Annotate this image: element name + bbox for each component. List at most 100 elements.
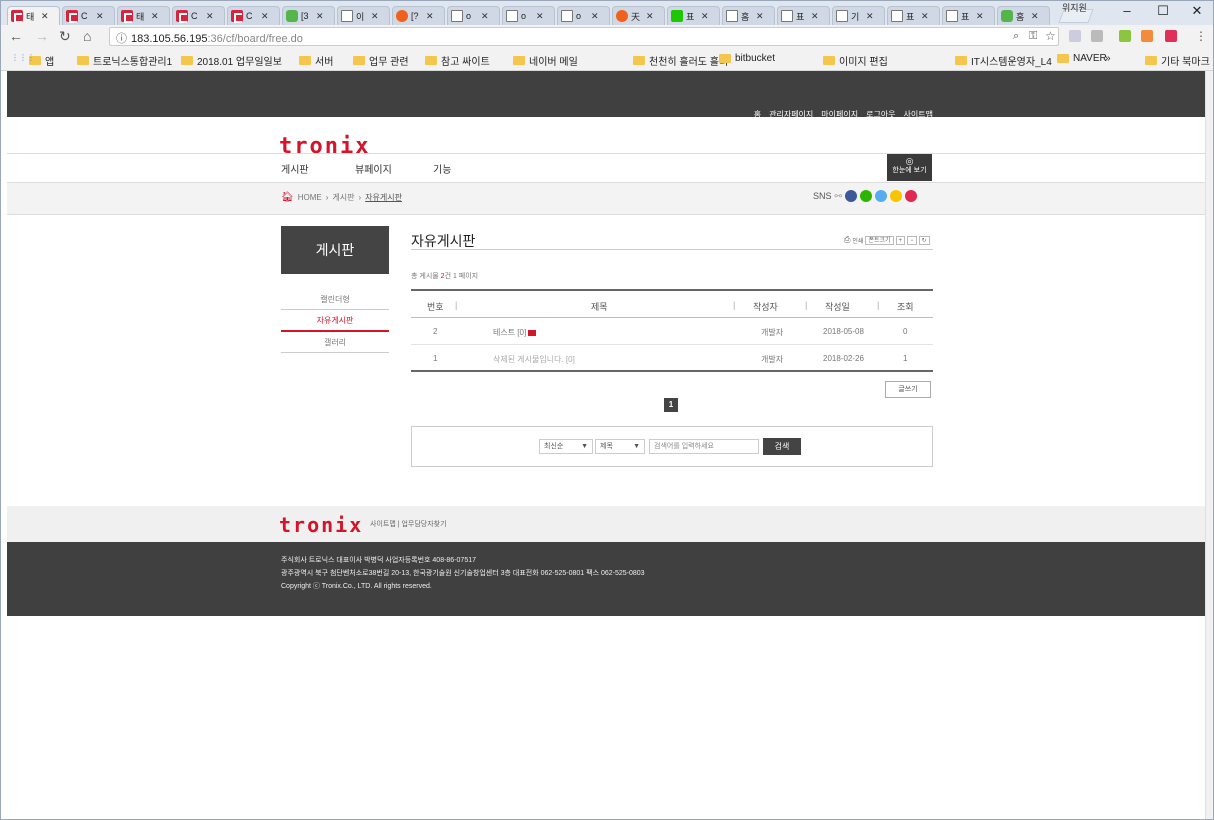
share-icon[interactable]: ⚯ — [835, 191, 843, 202]
top-link[interactable]: 관리자페이지 — [769, 109, 813, 120]
footer-sitemap-link[interactable]: 사이트맵 — [370, 521, 396, 528]
bookmark-item[interactable]: 트로닉스통합관리1 — [77, 53, 172, 68]
breadcrumb-board[interactable]: 게시판 — [332, 192, 354, 203]
minimize-button[interactable]: – — [1113, 3, 1141, 18]
browser-tab[interactable]: 표 ✕ — [777, 6, 830, 25]
profile-name[interactable]: 위지원 — [1062, 1, 1087, 14]
bookmark-item[interactable]: 이미지 편집 — [823, 53, 888, 68]
bookmark-item[interactable]: bitbucket — [719, 53, 775, 64]
bookmark-item[interactable]: 2018.01 업무일일보 — [181, 53, 282, 68]
close-tab-icon[interactable]: ✕ — [151, 11, 159, 22]
browser-tab[interactable]: o ✕ — [557, 6, 610, 25]
close-tab-icon[interactable]: ✕ — [261, 11, 269, 22]
browser-tab[interactable]: 기 ✕ — [832, 6, 885, 25]
kakaostory-icon[interactable] — [890, 190, 903, 202]
sort-select[interactable]: 최신순 ▼ — [539, 439, 593, 454]
close-tab-icon[interactable]: ✕ — [536, 11, 544, 22]
top-link[interactable]: 로그아웃 — [866, 109, 895, 120]
bookmark-item[interactable]: 네이버 메일 — [513, 53, 578, 68]
write-button[interactable]: 글쓰기 — [885, 381, 931, 398]
browser-tab[interactable]: 표 ✕ — [887, 6, 940, 25]
row-title[interactable]: 테스트 [0] — [493, 328, 526, 337]
font-bigger-button[interactable]: + — [895, 235, 906, 245]
address-bar[interactable]: ⓘ 183.105.56.195:36/cf/board/free.do — [109, 27, 1059, 46]
extension-icon[interactable] — [1069, 30, 1081, 42]
table-row[interactable]: 1 삭제된 게시물입니다. [0] 개발자 2018-02-26 1 — [411, 345, 933, 372]
browser-tab[interactable]: 표 ✕ — [942, 6, 995, 25]
close-tab-icon[interactable]: ✕ — [206, 11, 214, 22]
close-tab-icon[interactable]: ✕ — [756, 11, 764, 22]
bookmark-item[interactable]: IT시스템운영자_L4 — [955, 53, 1052, 68]
search-button[interactable]: 검색 — [763, 438, 801, 455]
extension-icon[interactable] — [1141, 30, 1153, 42]
reload-icon[interactable]: ↻ — [59, 28, 71, 45]
row-title[interactable]: 삭제된 게시물입니다. [0] — [493, 354, 575, 365]
close-tab-icon[interactable]: ✕ — [811, 11, 819, 22]
close-tab-icon[interactable]: ✕ — [921, 11, 929, 22]
close-tab-icon[interactable]: ✕ — [96, 11, 104, 22]
info-icon[interactable]: ⓘ — [116, 33, 127, 45]
bookmark-item[interactable]: 서버 — [299, 53, 333, 68]
pinterest-icon[interactable] — [905, 190, 918, 202]
browser-tab[interactable]: [3 ✕ — [282, 6, 335, 25]
extension-icon[interactable] — [1091, 30, 1103, 42]
close-tab-icon[interactable]: ✕ — [646, 11, 654, 22]
more-bookmarks-icon[interactable]: » — [1105, 53, 1111, 64]
browser-tab[interactable]: 天 ✕ — [612, 6, 665, 25]
browser-tab[interactable]: 태 ✕ — [7, 6, 60, 25]
browser-tab[interactable]: o ✕ — [447, 6, 500, 25]
bookmark-item[interactable]: NAVER — [1057, 53, 1107, 64]
extension-icon[interactable] — [1119, 30, 1131, 42]
browser-tab[interactable]: 태 ✕ — [117, 6, 170, 25]
one-view-button[interactable]: ◎ 한눈에 보기 — [887, 154, 932, 181]
font-smaller-button[interactable]: − — [907, 235, 917, 245]
naver-band-icon[interactable] — [860, 190, 873, 202]
breadcrumb-current[interactable]: 자유게시판 — [365, 192, 402, 203]
browser-tab[interactable]: 홈 ✕ — [997, 6, 1050, 25]
back-icon[interactable]: ← — [9, 28, 23, 44]
printer-icon[interactable]: ⎙ — [844, 235, 850, 245]
field-select[interactable]: 제목 ▼ — [595, 439, 645, 454]
close-tab-icon[interactable]: ✕ — [591, 11, 599, 22]
close-tab-icon[interactable]: ✕ — [426, 11, 434, 22]
close-tab-icon[interactable]: ✕ — [481, 11, 489, 22]
lnb-item-free-board[interactable]: 자유게시판 — [281, 311, 389, 332]
print-label[interactable]: 인쇄 — [852, 236, 863, 245]
forward-icon[interactable]: → — [35, 28, 49, 44]
top-link[interactable]: 홈 — [754, 109, 761, 120]
bookmark-item[interactable]: 업무 관련 — [353, 53, 409, 68]
gnb-function[interactable]: 기능 — [433, 161, 451, 176]
home-icon[interactable]: ⌂ — [83, 28, 91, 44]
lnb-item-calendar[interactable]: 캘린더형 — [281, 290, 389, 310]
site-logo[interactable]: tronix — [279, 134, 370, 159]
browser-tab[interactable]: C ✕ — [227, 6, 280, 25]
top-link[interactable]: 사이트맵 — [904, 109, 933, 120]
bookmark-item[interactable]: 천천히 흘러도 흘러 — [633, 53, 728, 68]
footer-staff-link[interactable]: 업무담당자찾기 — [401, 521, 446, 528]
browser-tab[interactable]: [? ✕ — [392, 6, 445, 25]
font-reset-button[interactable]: ↻ — [918, 235, 930, 245]
extension-icon[interactable] — [1165, 30, 1177, 42]
maximize-button[interactable]: ☐ — [1149, 3, 1177, 19]
bookmark-star-icon[interactable]: ☆ — [1045, 29, 1056, 43]
zoom-icon[interactable]: ⌕ — [1013, 30, 1019, 43]
lnb-item-gallery[interactable]: 갤러리 — [281, 333, 389, 353]
top-link[interactable]: 마이페이지 — [821, 109, 858, 120]
twitter-icon[interactable] — [875, 190, 888, 202]
page-scrollbar[interactable] — [1205, 71, 1213, 819]
close-window-button[interactable]: ✕ — [1183, 3, 1211, 19]
close-tab-icon[interactable]: ✕ — [866, 11, 874, 22]
gnb-view-page[interactable]: 뷰페이지 — [355, 161, 392, 176]
facebook-icon[interactable] — [845, 190, 858, 202]
home-icon[interactable]: 🏠︎ — [281, 192, 294, 203]
browser-tab[interactable]: 홈 ✕ — [722, 6, 775, 25]
close-tab-icon[interactable]: ✕ — [976, 11, 984, 22]
breadcrumb-home[interactable]: HOME — [298, 193, 322, 202]
page-number-current[interactable]: 1 — [664, 398, 678, 412]
browser-tab[interactable]: C ✕ — [62, 6, 115, 25]
browser-tab[interactable]: o ✕ — [502, 6, 555, 25]
search-input[interactable]: 검색어를 입력하세요 — [649, 439, 759, 454]
key-icon[interactable]: ⚿ — [1029, 30, 1037, 43]
gnb-board[interactable]: 게시판 — [281, 161, 309, 176]
row-title-cell[interactable]: 테스트 [0] — [493, 327, 537, 338]
